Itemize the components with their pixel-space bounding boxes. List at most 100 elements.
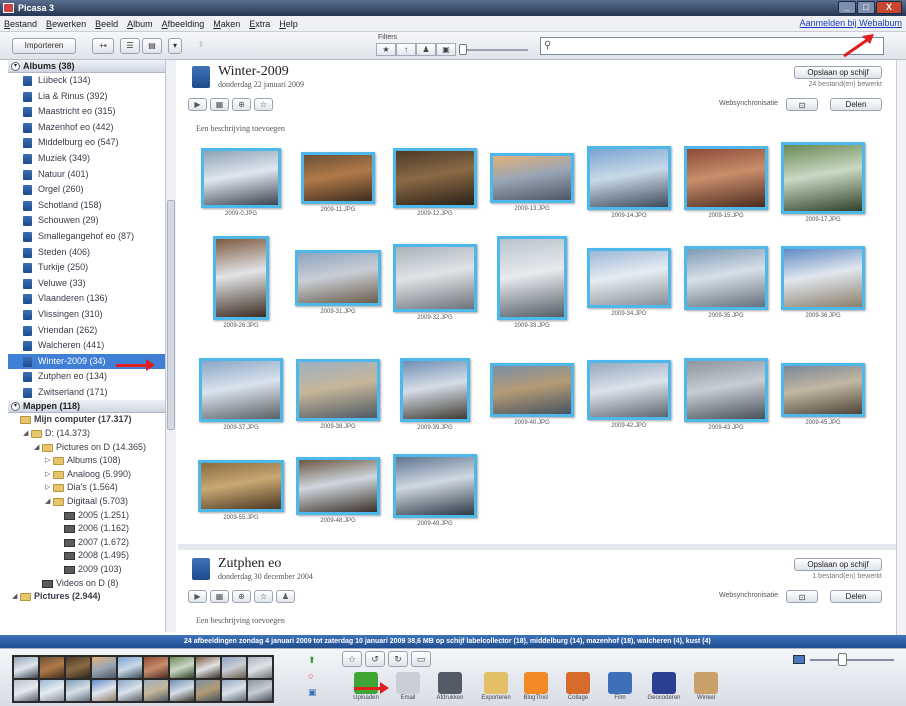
date-filter-slider-knob[interactable] xyxy=(459,44,467,55)
star-album-icon[interactable]: ☆ xyxy=(254,98,273,111)
sidebar-album-item[interactable]: Zutphen eo (134) xyxy=(8,369,172,385)
sidebar-folder-item[interactable]: ◢ Pictures (2.944) xyxy=(8,590,172,604)
sidebar-album-item[interactable]: Middelburg eo (547) xyxy=(8,135,172,151)
sidebar-scrollbar[interactable] xyxy=(165,60,176,632)
sidebar-folder-item[interactable]: Mijn computer (17.317) xyxy=(8,413,172,427)
album-description[interactable]: Een beschrijving toevoegen xyxy=(196,124,285,133)
sidebar-album-item[interactable]: Veluwe (33) xyxy=(8,276,172,292)
date-filter-slider[interactable] xyxy=(466,49,528,51)
blank-icon[interactable]: ▭ xyxy=(411,651,431,667)
sidebar-folder-item[interactable]: Videos on D (8) xyxy=(8,577,172,591)
photo-thumbnail[interactable]: 2009-32.JPG xyxy=(392,244,478,321)
tray-thumbnail[interactable] xyxy=(40,657,64,678)
photo-image[interactable] xyxy=(393,454,477,518)
sidebar-album-item[interactable]: Schotland (158) xyxy=(8,198,172,214)
expand-arrow-icon[interactable]: ◢ xyxy=(23,427,28,441)
photo-thumbnail[interactable]: 2009-13.JPG xyxy=(489,153,575,212)
minimize-button[interactable]: _ xyxy=(838,1,856,14)
slideshow-icon[interactable]: ▶ xyxy=(188,98,207,111)
photo-image[interactable] xyxy=(393,148,477,208)
tray-thumbnail[interactable] xyxy=(248,657,272,678)
photo-image[interactable] xyxy=(497,236,567,320)
tray-thumbnail[interactable] xyxy=(248,680,272,701)
tray-thumbnail[interactable] xyxy=(196,657,220,678)
sidebar-album-item[interactable]: Mazenhof eo (442) xyxy=(8,120,172,136)
tray-thumbnail[interactable] xyxy=(40,680,64,701)
photo-image[interactable] xyxy=(490,363,574,417)
photo-image[interactable] xyxy=(400,358,470,422)
sidebar-album-item[interactable]: Vlaanderen (136) xyxy=(8,291,172,307)
menu-beeld[interactable]: Beeld xyxy=(95,19,118,29)
photo-image[interactable] xyxy=(781,246,865,310)
sidebar-album-item[interactable]: Maastricht eo (315) xyxy=(8,104,172,120)
gallery-icon[interactable]: ▦ xyxy=(210,590,229,603)
photo-thumbnail[interactable]: 2009-33.JPG xyxy=(489,236,575,329)
sidebar-album-item[interactable]: Orgel (260) xyxy=(8,182,172,198)
gallery-icon[interactable]: ▦ xyxy=(210,98,229,111)
tray-thumbnail[interactable] xyxy=(222,680,246,701)
photo-thumbnail[interactable]: 2009-15.JPG xyxy=(683,146,769,219)
sidebar-folder-item[interactable]: ◢ D: (14.373) xyxy=(8,427,172,441)
photo-thumbnail[interactable]: 2009-37.JPG xyxy=(198,358,284,431)
photo-thumbnail[interactable]: 2009-31.JPG xyxy=(295,250,381,315)
photo-image[interactable] xyxy=(684,146,768,210)
sidebar-album-item[interactable]: Natuur (401) xyxy=(8,167,172,183)
tray-action-geocoderen-button[interactable]: Geocoderen xyxy=(642,672,686,701)
sidebar-album-item[interactable]: Walcheren (441) xyxy=(8,338,172,354)
tray-action-afdrukken-button[interactable]: Afdrukken xyxy=(428,672,472,701)
tree-view-icon[interactable]: ▤ xyxy=(142,38,162,54)
photo-thumbnail[interactable]: 2009-38.JPG xyxy=(295,359,381,430)
tray-thumbnail[interactable] xyxy=(14,680,38,701)
photo-image[interactable] xyxy=(201,148,281,208)
sidebar-folder-item[interactable]: ◢ Digitaal (5.703) xyxy=(8,495,172,509)
sidebar-folder-item[interactable]: ▷ Dia's (1.564) xyxy=(8,481,172,495)
expand-arrow-icon[interactable]: ▷ xyxy=(45,468,50,482)
photo-image[interactable] xyxy=(781,142,865,214)
photo-thumbnail[interactable]: 2009-48.JPG xyxy=(295,457,381,524)
thumbnail-size-knob[interactable] xyxy=(838,653,847,666)
photo-image[interactable] xyxy=(684,246,768,310)
photo-thumbnail[interactable]: 2009-17.JPG xyxy=(780,142,866,223)
tray-thumbnail[interactable] xyxy=(92,680,116,701)
expand-arrow-icon[interactable]: ▷ xyxy=(45,481,50,495)
photo-thumbnail[interactable]: 2009-34.JPG xyxy=(586,248,672,317)
photo-image[interactable] xyxy=(296,359,380,421)
star-filter-icon[interactable]: ★ xyxy=(376,43,396,56)
save-to-disk-button[interactable]: Opslaan op schijf xyxy=(794,66,882,79)
import-button[interactable]: Importeren xyxy=(12,38,76,54)
tray-thumbnail[interactable] xyxy=(196,680,220,701)
search-input[interactable] xyxy=(557,39,877,53)
sidebar-album-item[interactable]: Turkije (250) xyxy=(8,260,172,276)
photo-image[interactable] xyxy=(213,236,269,320)
sidebar-folder-item[interactable]: 2009 (103) xyxy=(8,563,172,577)
tray-action-collage-button[interactable]: Collage xyxy=(556,672,600,701)
photo-image[interactable] xyxy=(587,360,671,420)
photo-thumbnail[interactable]: 2009-42.JPG xyxy=(586,360,672,429)
tray-thumbnails[interactable] xyxy=(12,655,274,703)
tray-thumbnail[interactable] xyxy=(66,657,90,678)
share-button[interactable]: Delen xyxy=(830,590,882,603)
albums-section-header[interactable]: ▾ Albums (38) xyxy=(8,60,172,73)
photo-thumbnail[interactable]: 2009-26.JPG xyxy=(198,236,284,329)
video-filter-icon[interactable]: ▣ xyxy=(436,43,456,56)
photo-thumbnail[interactable]: 2009-12.JPG xyxy=(392,148,478,217)
hold-icon[interactable]: ⬆ xyxy=(308,655,318,665)
collapse-folders-icon[interactable]: ▾ xyxy=(11,402,20,412)
photo-image[interactable] xyxy=(198,460,284,512)
sidebar-album-item[interactable]: Lia & Rinus (392) xyxy=(8,89,172,105)
star-icon[interactable]: ☆ xyxy=(342,651,362,667)
album-description[interactable]: Een beschrijving toevoegen xyxy=(196,616,285,625)
sidebar-album-item[interactable]: Vriendan (262) xyxy=(8,323,172,339)
sidebar-folder-item[interactable]: 2007 (1.672) xyxy=(8,536,172,550)
tray-thumbnail[interactable] xyxy=(170,680,194,701)
tray-action-blogthis-button[interactable]: BlogThis! xyxy=(514,672,558,701)
photo-image[interactable] xyxy=(781,363,865,417)
list-view-icon[interactable]: ☰ xyxy=(120,38,140,54)
tray-action-email-button[interactable]: Email xyxy=(386,672,430,701)
people-album-icon[interactable]: ♟ xyxy=(276,590,295,603)
web-sync-toggle[interactable]: ⊡ xyxy=(786,98,818,111)
slideshow-icon[interactable]: ▶ xyxy=(188,590,207,603)
sidebar-album-item[interactable]: Vlissingen (310) xyxy=(8,307,172,323)
menu-bewerken[interactable]: Bewerken xyxy=(46,19,86,29)
tray-thumbnail[interactable] xyxy=(14,657,38,678)
